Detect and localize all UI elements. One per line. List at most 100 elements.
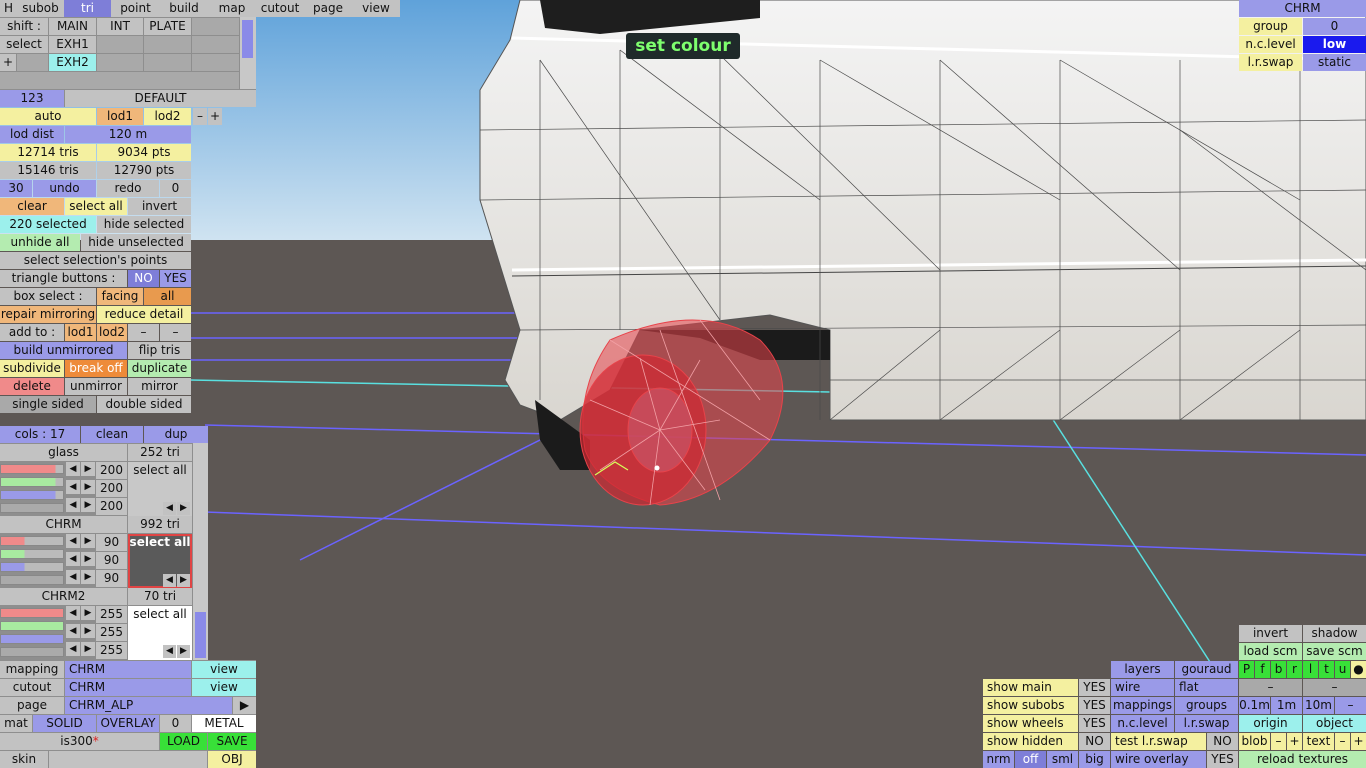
box-select-all[interactable]: all [144,288,191,305]
dup-button[interactable]: dup [144,426,208,443]
gouraud-button[interactable]: gouraud [1175,661,1238,678]
grid-minus-button[interactable]: – [1335,697,1366,714]
inc-arrow[interactable]: ▶ [81,570,95,584]
page-value[interactable]: CHRM_ALP [65,697,232,714]
normals-small-button[interactable]: sml [1047,751,1078,768]
subobject-empty-2[interactable] [97,36,143,53]
material-value[interactable]: 90 [96,534,127,551]
subobject-main[interactable]: MAIN [49,18,96,35]
subdivide-button[interactable]: subdivide [0,360,64,377]
subobject-int[interactable]: INT [97,18,143,35]
obj-export-button[interactable]: OBJ [208,751,256,768]
add-to-lod1[interactable]: lod1 [65,324,96,341]
material-value[interactable]: 255 [96,624,127,641]
red-slider[interactable] [0,608,64,618]
minus-button-1[interactable]: – [1239,679,1302,696]
load-button[interactable]: LOAD [160,733,207,750]
plus-label[interactable]: + [0,54,16,71]
triangle-buttons-yes[interactable]: YES [160,270,191,287]
normals-big-button[interactable]: big [1079,751,1110,768]
shadow-button[interactable]: shadow [1303,625,1366,642]
dec-arrow[interactable]: ◀ [66,570,80,584]
inc-arrow[interactable]: ▶ [81,534,95,548]
material-value[interactable]: 200 [96,480,127,497]
normals-off-button[interactable]: off [1015,751,1046,768]
file-name[interactable]: is300* [0,733,159,750]
materials-scroll-thumb[interactable] [195,612,206,658]
mat-solid-button[interactable]: SOLID [33,715,96,732]
dec-arrow[interactable]: ◀ [66,498,80,512]
test-lr-swap-toggle[interactable]: NO [1207,733,1238,750]
dec-arrow[interactable]: ◀ [66,606,80,620]
alpha-slider[interactable] [0,647,64,657]
show-hidden-toggle[interactable]: NO [1079,733,1110,750]
material-name[interactable]: CHRM [0,516,127,533]
red-slider[interactable] [0,464,64,474]
blue-slider[interactable] [0,634,64,644]
mappings-button[interactable]: mappings [1111,697,1174,714]
blue-slider[interactable] [0,490,64,500]
duplicate-button[interactable]: duplicate [128,360,191,377]
inc-arrow[interactable]: ▶ [81,480,95,494]
subobject-empty-6[interactable] [144,54,191,71]
swatch-next-arrow[interactable]: ▶ [177,645,190,658]
swatch-next-arrow[interactable]: ▶ [177,574,190,587]
select-all-button[interactable]: select all [65,198,127,215]
swatch-prev-arrow[interactable]: ◀ [163,574,176,587]
tab-build[interactable]: build [160,0,208,17]
select-selection-points-button[interactable]: select selection's points [0,252,191,269]
dec-arrow[interactable]: ◀ [66,552,80,566]
redo-button[interactable]: redo [97,180,159,197]
dec-arrow[interactable]: ◀ [66,642,80,656]
auto-lod-button[interactable]: auto [0,108,96,125]
mirror-button[interactable]: mirror [128,378,191,395]
red-slider[interactable] [0,536,64,546]
subobject-exh2[interactable]: EXH2 [49,54,96,71]
material-value[interactable]: 200 [96,462,127,479]
lod-dist-value[interactable]: 120 m [65,126,191,143]
page-next-button[interactable]: ▶ [233,697,256,714]
tab-tri[interactable]: tri [64,0,111,17]
material-select-all[interactable]: select all [128,462,192,479]
flag-l[interactable]: l [1303,661,1318,678]
undo-button[interactable]: undo [33,180,96,197]
blob-minus-button[interactable]: – [1271,733,1286,750]
show-wheels-toggle[interactable]: YES [1079,715,1110,732]
subobject-empty-5[interactable] [97,54,143,71]
wire-button[interactable]: wire [1111,679,1174,696]
clear-selection-button[interactable]: clear [0,198,64,215]
subobject-empty-1[interactable] [192,18,239,35]
lr-swap-view-button[interactable]: l.r.swap [1175,715,1238,732]
save-scm-button[interactable]: save scm [1303,643,1366,660]
object-button[interactable]: object [1303,715,1366,732]
delete-button[interactable]: delete [0,378,64,395]
reduce-detail-button[interactable]: reduce detail [97,306,191,323]
load-scm-button[interactable]: load scm [1239,643,1302,660]
material-value[interactable]: 255 [96,606,127,623]
skin-value[interactable] [49,751,207,768]
subobject-empty-7[interactable] [192,54,239,71]
flag-f[interactable]: f [1255,661,1270,678]
subobject-empty-3[interactable] [144,36,191,53]
origin-button[interactable]: origin [1239,715,1302,732]
object-number[interactable]: 123 [0,90,64,107]
add-to-minus-1[interactable]: – [128,324,159,341]
blob-plus-button[interactable]: + [1287,733,1302,750]
object-name[interactable]: DEFAULT [65,90,256,107]
dec-arrow[interactable]: ◀ [66,534,80,548]
dec-arrow[interactable]: ◀ [66,480,80,494]
material-value[interactable]: 90 [96,552,127,569]
inc-arrow[interactable]: ▶ [81,462,95,476]
text-plus-button[interactable]: + [1351,733,1366,750]
save-button[interactable]: SAVE [208,733,256,750]
flag-t[interactable]: t [1319,661,1334,678]
material-value[interactable]: 90 [96,570,127,587]
mapping-view-button[interactable]: view [192,661,256,678]
group-value[interactable]: 0 [1303,18,1366,35]
cutout-view-button[interactable]: view [192,679,256,696]
tab-page[interactable]: page [304,0,352,17]
alpha-slider[interactable] [0,503,64,513]
single-sided-button[interactable]: single sided [0,396,96,413]
inc-arrow[interactable]: ▶ [81,642,95,656]
show-main-toggle[interactable]: YES [1079,679,1110,696]
